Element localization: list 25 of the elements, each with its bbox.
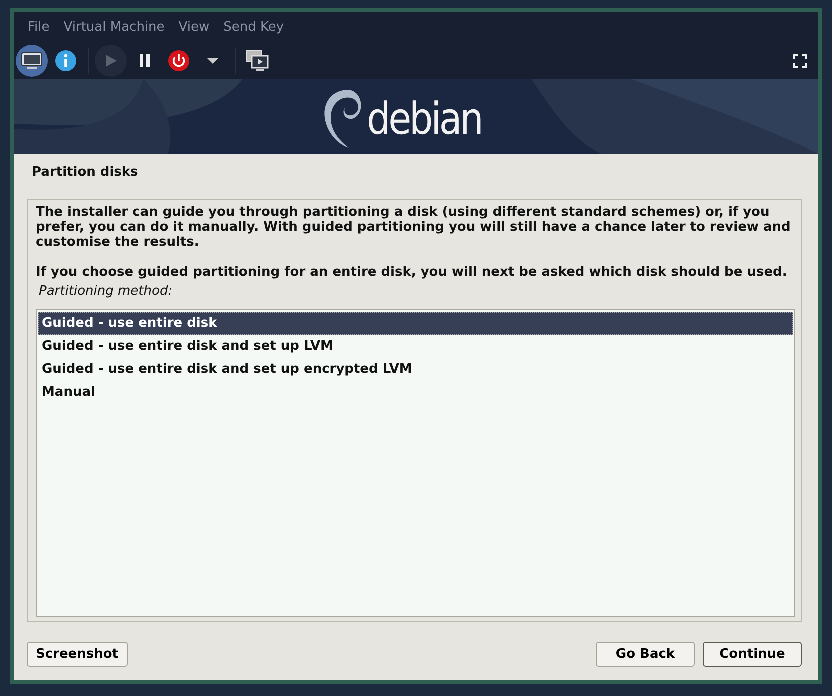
menu-item[interactable]: View xyxy=(172,20,217,34)
info-icon xyxy=(55,50,77,72)
description-text: The installer can guide you through partitioning a disk (using different standard schemes) or, if you prefer, you can do it manually. With guided partitioning you will still have a chance later to review and customise the results. xyxy=(36,205,792,250)
action-button[interactable]: Go Back xyxy=(596,642,695,667)
caret-icon xyxy=(207,58,219,64)
pause-icon xyxy=(139,54,151,67)
monitor-icon xyxy=(21,52,43,70)
action-button[interactable]: Continue xyxy=(703,642,802,667)
play-icon xyxy=(104,54,118,68)
description-text: If you choose guided partitioning for an entire disk, you will next be asked which disk should be used. xyxy=(36,265,788,280)
console-button[interactable] xyxy=(16,44,48,76)
list-option[interactable]: Guided - use entire disk and set up LVM xyxy=(38,335,793,358)
list-option[interactable]: Guided - use entire disk and set up encrypted LVM xyxy=(38,358,793,381)
list-option[interactable]: Guided - use entire disk xyxy=(38,312,793,335)
menu-item[interactable]: Virtual Machine xyxy=(56,20,172,34)
power-icon xyxy=(168,50,190,72)
fullscreen-icon xyxy=(793,54,807,68)
menu-item[interactable]: File xyxy=(21,20,57,34)
menu-item[interactable]: Send Key xyxy=(216,20,292,34)
list-option[interactable]: Manual xyxy=(38,381,793,404)
list-label: Partitioning method: xyxy=(39,284,174,299)
screenshot-button[interactable]: Screenshot xyxy=(27,642,128,667)
page-title: Partition disks xyxy=(31,164,140,182)
logo-text: debian xyxy=(367,94,482,145)
screens-icon xyxy=(246,50,270,72)
